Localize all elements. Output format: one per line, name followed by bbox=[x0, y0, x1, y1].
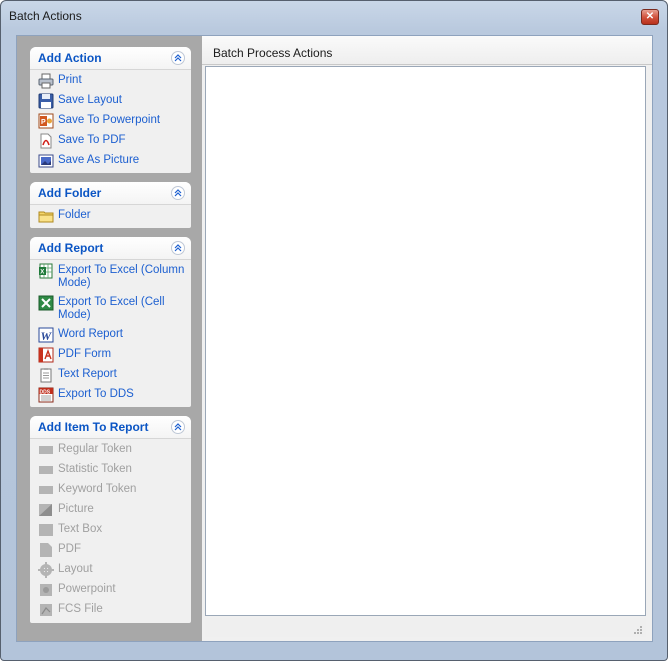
action-text-report-label: Text Report bbox=[58, 368, 117, 380]
collapse-chevron-icon[interactable] bbox=[171, 51, 185, 65]
text-report-icon bbox=[38, 367, 54, 383]
batch-actions-list[interactable] bbox=[205, 66, 646, 616]
sidebar: Add Action Print Save Layout P Save To P… bbox=[17, 36, 202, 641]
resize-grip-icon[interactable] bbox=[632, 623, 642, 634]
item-layout-label: Layout bbox=[58, 563, 93, 575]
floppy-disk-icon bbox=[38, 93, 54, 109]
powerpoint-icon: P bbox=[38, 113, 54, 129]
layout-item-icon bbox=[38, 562, 54, 578]
action-save-to-pdf-label: Save To PDF bbox=[58, 134, 126, 146]
main-panel: Batch Process Actions bbox=[202, 36, 652, 641]
pdf-form-icon bbox=[38, 347, 54, 363]
excel-column-icon: X bbox=[38, 263, 54, 279]
group-header-add-action[interactable]: Add Action bbox=[30, 47, 191, 70]
main-title: Batch Process Actions bbox=[213, 46, 333, 60]
close-icon: ✕ bbox=[645, 11, 655, 22]
folder-icon bbox=[38, 208, 54, 224]
title-bar[interactable]: Batch Actions ✕ bbox=[1, 1, 667, 31]
svg-text:X: X bbox=[40, 270, 44, 276]
action-save-as-picture-label: Save As Picture bbox=[58, 154, 140, 166]
item-fcs-file-label: FCS File bbox=[58, 603, 103, 615]
group-title-add-folder: Add Folder bbox=[38, 186, 102, 200]
status-bar bbox=[205, 618, 646, 637]
collapse-chevron-icon[interactable] bbox=[171, 420, 185, 434]
item-text-box-label: Text Box bbox=[58, 523, 103, 535]
picture-icon bbox=[38, 153, 54, 169]
group-add-item-to-report: Add Item To Report Regular Token Statist… bbox=[30, 416, 191, 623]
group-title-add-item-to-report: Add Item To Report bbox=[38, 420, 149, 434]
pdf-icon bbox=[38, 133, 54, 149]
window-title: Batch Actions bbox=[9, 9, 82, 23]
dds-icon: DDS bbox=[38, 387, 54, 403]
regular-token-icon bbox=[38, 442, 54, 458]
action-print-label: Print bbox=[58, 74, 82, 86]
printer-icon bbox=[38, 73, 54, 89]
action-word-report-label: Word Report bbox=[58, 328, 123, 340]
action-save-to-powerpoint-label: Save To Powerpoint bbox=[58, 114, 161, 126]
svg-text:W: W bbox=[41, 329, 53, 343]
svg-text:DDS: DDS bbox=[40, 389, 51, 395]
collapse-chevron-icon[interactable] bbox=[171, 186, 185, 200]
item-regular-token-label: Regular Token bbox=[58, 443, 132, 455]
main-header: Batch Process Actions bbox=[202, 36, 652, 65]
powerpoint-item-icon bbox=[38, 582, 54, 598]
group-title-add-report: Add Report bbox=[38, 241, 104, 255]
item-pdf-label: PDF bbox=[58, 543, 81, 555]
group-add-folder: Add Folder Folder bbox=[30, 182, 191, 228]
statistic-token-icon bbox=[38, 462, 54, 478]
batch-actions-window: Batch Actions ✕ Add Action Print Save La… bbox=[0, 0, 668, 661]
group-title-add-action: Add Action bbox=[38, 51, 102, 65]
group-header-add-folder[interactable]: Add Folder bbox=[30, 182, 191, 205]
action-export-dds-label: Export To DDS bbox=[58, 388, 134, 400]
group-header-add-item-to-report[interactable]: Add Item To Report bbox=[30, 416, 191, 439]
action-export-excel-cell-label: Export To Excel (Cell Mode) bbox=[58, 296, 165, 321]
action-pdf-form-label: PDF Form bbox=[58, 348, 112, 360]
word-icon: W bbox=[38, 327, 54, 343]
item-keyword-token-label: Keyword Token bbox=[58, 483, 137, 495]
group-header-add-report[interactable]: Add Report bbox=[30, 237, 191, 260]
client-area: Add Action Print Save Layout P Save To P… bbox=[16, 35, 653, 642]
action-folder-label: Folder bbox=[58, 209, 91, 221]
action-export-excel-column-label: Export To Excel (Column Mode) bbox=[58, 264, 185, 289]
item-picture-label: Picture bbox=[58, 503, 94, 515]
collapse-chevron-icon[interactable] bbox=[171, 241, 185, 255]
action-save-layout-label: Save Layout bbox=[58, 94, 122, 106]
excel-cell-icon bbox=[38, 295, 54, 311]
group-add-report: Add Report X Export To Excel (Column Mod… bbox=[30, 237, 191, 407]
item-statistic-token-label: Statistic Token bbox=[58, 463, 132, 475]
group-add-action: Add Action Print Save Layout P Save To P… bbox=[30, 47, 191, 173]
picture-item-icon bbox=[38, 502, 54, 518]
close-button[interactable]: ✕ bbox=[641, 9, 659, 25]
pdf-item-icon bbox=[38, 542, 54, 558]
text-box-icon bbox=[38, 522, 54, 538]
keyword-token-icon bbox=[38, 482, 54, 498]
item-powerpoint-label: Powerpoint bbox=[58, 583, 116, 595]
fcs-file-icon bbox=[38, 602, 54, 618]
svg-text:P: P bbox=[41, 119, 46, 126]
